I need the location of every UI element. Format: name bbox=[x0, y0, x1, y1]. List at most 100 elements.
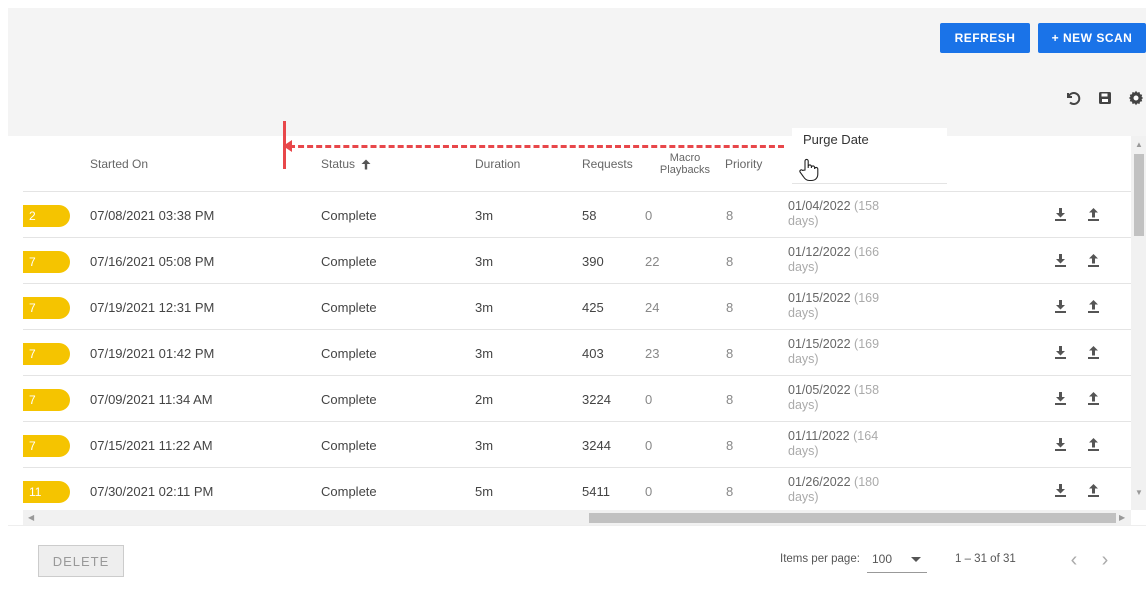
save-icon[interactable] bbox=[1096, 89, 1114, 107]
cell-priority: 8 bbox=[726, 207, 734, 223]
cell-priority: 8 bbox=[726, 391, 734, 407]
gear-icon[interactable] bbox=[1127, 89, 1145, 107]
cell-started-on: 07/19/2021 12:31 PM bbox=[90, 299, 215, 315]
vertical-scroll-thumb[interactable] bbox=[1134, 154, 1144, 236]
scroll-up-arrow-icon[interactable]: ▲ bbox=[1135, 140, 1143, 149]
purge-days-open: (169 bbox=[854, 291, 880, 305]
download-icon[interactable] bbox=[1054, 207, 1068, 223]
download-icon[interactable] bbox=[1054, 299, 1068, 315]
purge-days-close: days) bbox=[788, 306, 819, 320]
purge-date-value: 01/12/2022 bbox=[788, 245, 851, 259]
cell-requests: 5411 bbox=[582, 483, 610, 499]
cell-duration: 3m bbox=[475, 345, 494, 361]
next-page-icon[interactable]: › bbox=[1095, 548, 1115, 572]
scan-count-badge: 2 bbox=[23, 205, 70, 227]
cell-macro-playbacks: 0 bbox=[645, 391, 653, 407]
purge-days-close: days) bbox=[788, 260, 819, 274]
cell-started-on: 07/16/2021 05:08 PM bbox=[90, 253, 215, 269]
cell-requests: 390 bbox=[582, 253, 604, 269]
cell-status: Complete bbox=[321, 253, 377, 269]
cell-macro-playbacks: 23 bbox=[645, 345, 660, 361]
table-row[interactable]: 7 07/19/2021 01:42 PM Complete 3m 403 23 8 01/1… bbox=[23, 330, 1131, 376]
header-started-on[interactable]: Started On bbox=[90, 136, 148, 192]
table-row[interactable]: 7 07/09/2021 11:34 AM Complete 2m 3224 0 8 01/0… bbox=[23, 376, 1131, 422]
scan-count-badge: 11 bbox=[23, 481, 70, 503]
table-row[interactable]: 7 07/16/2021 05:08 PM Complete 3m 390 22 8 01/1… bbox=[23, 238, 1131, 284]
cell-purge-date: 01/05/2022 (158 days) bbox=[788, 383, 898, 413]
cell-started-on: 07/09/2021 11:34 AM bbox=[90, 391, 213, 407]
cell-started-on: 07/15/2021 11:22 AM bbox=[90, 437, 213, 453]
cell-status: Complete bbox=[321, 437, 377, 453]
download-icon[interactable] bbox=[1054, 391, 1068, 407]
purge-date-value: 01/05/2022 bbox=[788, 383, 851, 397]
cell-requests: 3244 bbox=[582, 437, 611, 453]
pagination-range: 1 – 31 of 31 bbox=[955, 553, 1016, 565]
cell-macro-playbacks: 22 bbox=[645, 253, 660, 269]
purge-days-open: (158 bbox=[854, 199, 880, 213]
header-purge-date-label: Purge Date bbox=[803, 132, 869, 147]
header-status-label: Status bbox=[321, 157, 356, 171]
upload-icon[interactable] bbox=[1087, 391, 1101, 407]
cell-status: Complete bbox=[321, 483, 377, 499]
delete-button[interactable]: DELETE bbox=[38, 545, 124, 577]
cell-started-on: 07/08/2021 03:38 PM bbox=[90, 207, 215, 223]
cell-requests: 58 bbox=[582, 207, 597, 223]
hand-cursor-icon bbox=[798, 158, 820, 182]
undo-icon[interactable] bbox=[1064, 89, 1082, 107]
horizontal-scrollbar[interactable]: ◀ ▶ bbox=[23, 510, 1131, 525]
table-row[interactable]: 7 07/15/2021 11:22 AM Complete 3m 3244 0 8 01/1… bbox=[23, 422, 1131, 468]
upload-icon[interactable] bbox=[1087, 207, 1101, 223]
table-row[interactable]: 11 07/30/2021 02:11 PM Complete 5m 5411 0 8 01/… bbox=[23, 468, 1131, 510]
vertical-scrollbar[interactable]: ▲ ▼ bbox=[1131, 136, 1146, 510]
table-row[interactable]: 2 07/08/2021 03:38 PM Complete 3m 58 0 8 01/04/… bbox=[23, 192, 1131, 238]
scroll-left-arrow-icon[interactable]: ◀ bbox=[28, 513, 34, 522]
scans-table: Started On Status Duration Requests Macr… bbox=[23, 136, 1131, 510]
refresh-button[interactable]: REFRESH bbox=[940, 23, 1030, 53]
cell-requests: 425 bbox=[582, 299, 604, 315]
purge-days-open: (166 bbox=[854, 245, 880, 259]
scan-count-badge: 7 bbox=[23, 251, 70, 273]
upload-icon[interactable] bbox=[1087, 299, 1101, 315]
scan-count-badge: 7 bbox=[23, 343, 70, 365]
cell-status: Complete bbox=[321, 345, 377, 361]
upload-icon[interactable] bbox=[1087, 253, 1101, 269]
purge-date-value: 01/15/2022 bbox=[788, 291, 851, 305]
sort-ascending-icon bbox=[361, 159, 371, 170]
cell-duration: 3m bbox=[475, 207, 494, 223]
header-macro-line2: Playbacks bbox=[659, 164, 711, 176]
cell-macro-playbacks: 24 bbox=[645, 299, 660, 315]
cell-purge-date: 01/15/2022 (169 days) bbox=[788, 291, 898, 321]
cell-started-on: 07/19/2021 01:42 PM bbox=[90, 345, 215, 361]
new-scan-button[interactable]: + NEW SCAN bbox=[1038, 23, 1146, 53]
purge-date-value: 01/26/2022 bbox=[788, 475, 851, 489]
cell-purge-date: 01/26/2022 (180 days) bbox=[788, 475, 898, 505]
scroll-down-arrow-icon[interactable]: ▼ bbox=[1135, 488, 1143, 497]
upload-icon[interactable] bbox=[1087, 437, 1101, 453]
cell-duration: 3m bbox=[475, 299, 494, 315]
purge-days-close: days) bbox=[788, 214, 819, 228]
purge-date-value: 01/15/2022 bbox=[788, 337, 851, 351]
upload-icon[interactable] bbox=[1087, 483, 1101, 499]
purge-days-close: days) bbox=[788, 444, 819, 458]
cell-macro-playbacks: 0 bbox=[645, 437, 653, 453]
cell-priority: 8 bbox=[726, 253, 734, 269]
scan-count-badge: 7 bbox=[23, 435, 70, 457]
cell-status: Complete bbox=[321, 391, 377, 407]
items-per-page-select[interactable]: 100 bbox=[867, 545, 927, 573]
cell-started-on: 07/30/2021 02:11 PM bbox=[90, 483, 214, 499]
purge-days-close: days) bbox=[788, 490, 819, 504]
horizontal-scroll-thumb[interactable] bbox=[589, 513, 1116, 523]
dropdown-caret-icon bbox=[911, 557, 921, 562]
cell-priority: 8 bbox=[726, 483, 734, 499]
cell-purge-date: 01/12/2022 (166 days) bbox=[788, 245, 898, 275]
download-icon[interactable] bbox=[1054, 483, 1068, 499]
table-row[interactable]: 7 07/19/2021 12:31 PM Complete 3m 425 24 8 01/1… bbox=[23, 284, 1131, 330]
scroll-right-arrow-icon[interactable]: ▶ bbox=[1119, 513, 1125, 522]
upload-icon[interactable] bbox=[1087, 345, 1101, 361]
download-icon[interactable] bbox=[1054, 437, 1068, 453]
cell-macro-playbacks: 0 bbox=[645, 207, 653, 223]
download-icon[interactable] bbox=[1054, 345, 1068, 361]
cell-duration: 3m bbox=[475, 437, 494, 453]
download-icon[interactable] bbox=[1054, 253, 1068, 269]
previous-page-icon[interactable]: ‹ bbox=[1064, 548, 1084, 572]
